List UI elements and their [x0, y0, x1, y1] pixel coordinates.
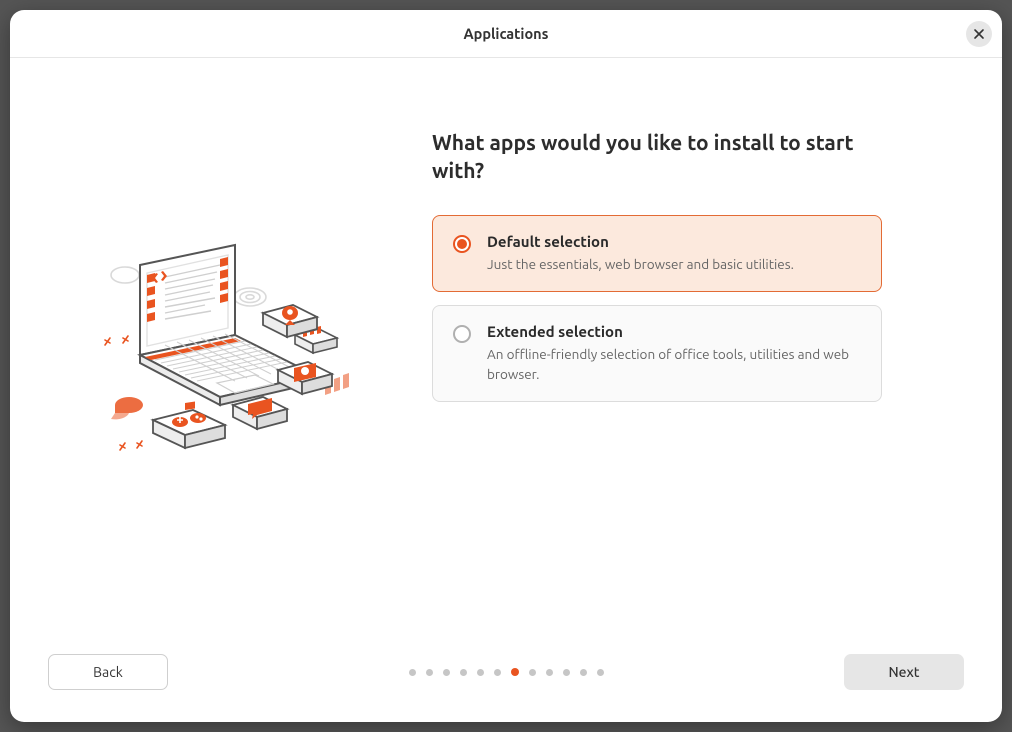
pager-dot — [511, 668, 519, 676]
pager-dot — [494, 669, 501, 676]
pager-dot — [477, 669, 484, 676]
pager-dot — [443, 669, 450, 676]
laptop-apps-illustration — [85, 225, 365, 475]
footer: Back Next — [10, 642, 1002, 722]
close-button[interactable] — [966, 21, 992, 47]
option-extended-selection[interactable]: Extended selection An offline-friendly s… — [432, 305, 882, 402]
radio-unselected-icon — [453, 325, 471, 343]
pager-dot — [563, 669, 570, 676]
step-pager — [409, 668, 604, 676]
pager-dot — [460, 669, 467, 676]
installer-window: Applications — [10, 10, 1002, 722]
radio-selected-icon — [453, 235, 471, 253]
page-title: Applications — [463, 25, 548, 42]
question-heading: What apps would you like to install to s… — [432, 128, 872, 185]
pager-dot — [426, 669, 433, 676]
close-icon — [973, 28, 985, 40]
illustration-pane — [10, 58, 420, 642]
options-pane: What apps would you like to install to s… — [420, 58, 1002, 642]
option-description: Just the essentials, web browser and bas… — [487, 255, 861, 275]
option-description: An offline-friendly selection of office … — [487, 345, 861, 384]
pager-dot — [546, 669, 553, 676]
option-body: Default selection Just the essentials, w… — [487, 233, 861, 275]
back-button[interactable]: Back — [48, 654, 168, 690]
next-button[interactable]: Next — [844, 654, 964, 690]
option-title: Default selection — [487, 233, 861, 250]
content-area: What apps would you like to install to s… — [10, 58, 1002, 642]
option-title: Extended selection — [487, 323, 861, 340]
pager-dot — [529, 669, 536, 676]
option-body: Extended selection An offline-friendly s… — [487, 323, 861, 384]
option-default-selection[interactable]: Default selection Just the essentials, w… — [432, 215, 882, 293]
pager-dot — [409, 669, 416, 676]
titlebar: Applications — [10, 10, 1002, 58]
pager-dot — [597, 669, 604, 676]
pager-dot — [580, 669, 587, 676]
